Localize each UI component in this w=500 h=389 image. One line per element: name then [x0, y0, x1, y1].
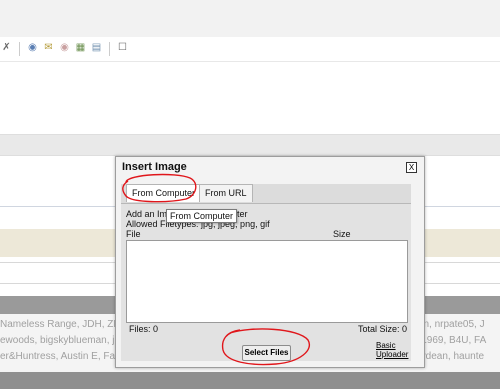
- globe-icon[interactable]: ◉: [26, 42, 39, 54]
- tab-from-computer[interactable]: From Computer: [126, 184, 202, 202]
- tab-from-url[interactable]: From URL: [199, 184, 253, 202]
- close-button[interactable]: X: [406, 162, 417, 173]
- quote-icon[interactable]: ☐: [116, 42, 129, 54]
- image-icon[interactable]: ◉: [58, 42, 71, 54]
- file-column-header: File: [126, 229, 141, 239]
- upload-panel: Add an Image From Computer Allowed Filet…: [121, 203, 411, 361]
- size-column-header: Size: [333, 229, 351, 239]
- page-bottom-band: [0, 372, 500, 389]
- table-icon[interactable]: ▤: [90, 42, 103, 54]
- tab-strip: From Computer From URL: [121, 184, 411, 203]
- link-icon[interactable]: ✗: [0, 42, 13, 54]
- total-size: Total Size: 0: [358, 324, 408, 334]
- tooltip: From Computer: [166, 209, 238, 223]
- dialog-title: Insert Image: [122, 161, 187, 173]
- names-text-left: Nameless Range, JDH, ZBB,: [0, 319, 116, 330]
- file-list[interactable]: [126, 240, 408, 323]
- page-gray-band: [0, 134, 500, 156]
- select-files-button[interactable]: Select Files: [242, 345, 291, 361]
- editor-toolbar-icons: ✗ ◉ ✉ ◉ ▦ ▤ ☐: [0, 42, 129, 56]
- names-text-left: ewoods, bigskyblueman, jun: [0, 335, 116, 346]
- names-text-left: er&Huntress, Austin E, Fatrac: [0, 351, 116, 362]
- toolbar-divider: [109, 42, 110, 56]
- media-icon[interactable]: ▦: [74, 42, 87, 54]
- files-count: Files: 0: [129, 324, 159, 334]
- basic-uploader-link[interactable]: Basic Uploader: [376, 341, 416, 359]
- page-top-strip: [0, 0, 500, 38]
- toolbar-divider: [19, 42, 20, 56]
- email-icon[interactable]: ✉: [42, 42, 55, 54]
- editor-text-area[interactable]: [0, 62, 500, 134]
- insert-image-dialog: Insert Image X From Computer From URL Ad…: [115, 156, 425, 368]
